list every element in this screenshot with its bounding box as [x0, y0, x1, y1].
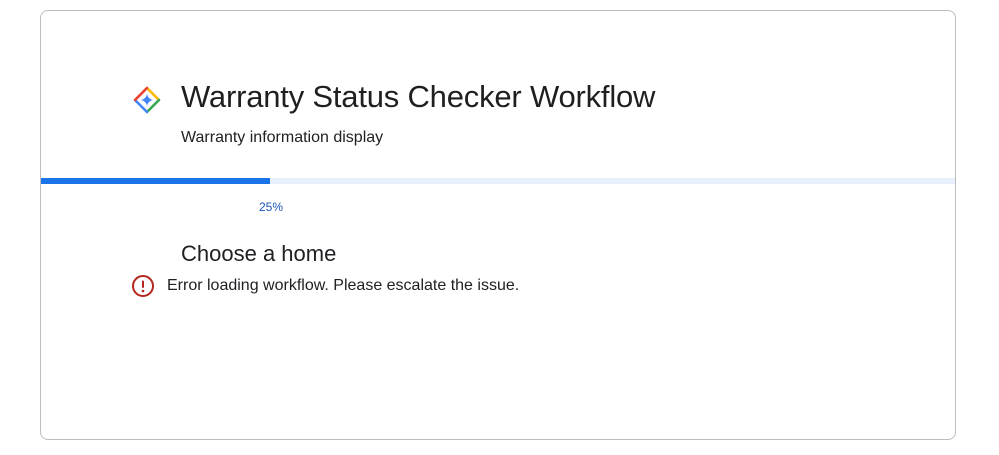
- gemini-diamond-icon: [133, 86, 161, 114]
- progress-bar-fill: [41, 178, 270, 184]
- error-message-text: Error loading workflow. Please escalate …: [167, 277, 520, 294]
- workflow-subtitle: Warranty information display: [181, 129, 384, 146]
- error-message-row: Error loading workflow. Please escalate …: [131, 274, 519, 298]
- progress-label: 25%: [259, 200, 284, 214]
- progress-bar: [41, 178, 955, 184]
- error-circle-icon: [132, 275, 154, 297]
- workflow-title: Warranty Status Checker Workflow: [181, 79, 656, 114]
- step-heading: Choose a home: [181, 241, 337, 266]
- workflow-card: Warranty Status Checker Workflow Warrant…: [40, 10, 956, 440]
